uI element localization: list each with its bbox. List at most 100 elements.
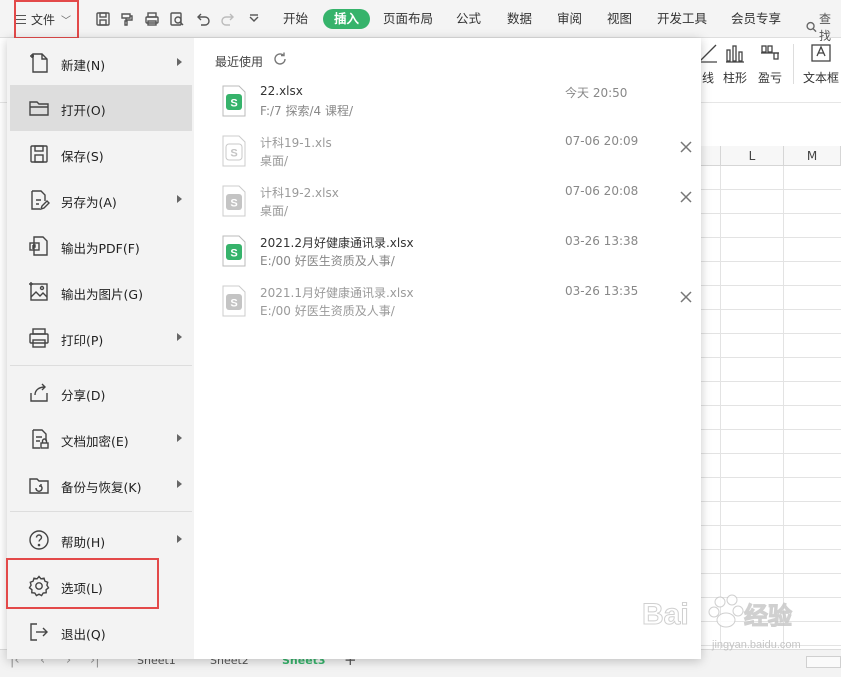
- file-path: 桌面/: [260, 204, 289, 218]
- hamburger-icon: [14, 14, 26, 24]
- ribbon-label: 柱形: [723, 71, 748, 85]
- submenu-arrow-icon: [177, 58, 182, 66]
- save-as-icon: [27, 188, 51, 212]
- ribbon-label: 盈亏: [758, 71, 783, 85]
- file-name: 22.xlsx: [260, 84, 303, 98]
- tab-developer[interactable]: 开发工具: [657, 10, 707, 28]
- recent-file-item[interactable]: S 计科19-1.xls 桌面/ 07-06 20:09: [194, 130, 701, 180]
- column-chart-icon: [726, 45, 744, 63]
- ribbon-sparkline-column[interactable]: 柱形: [723, 42, 747, 86]
- file-time: 03-26 13:38: [565, 234, 639, 248]
- tab-membership[interactable]: 会员专享: [731, 10, 781, 28]
- menu-item-export-image[interactable]: 输出为图片(G): [10, 269, 192, 315]
- file-time: 07-06 20:09: [565, 134, 639, 148]
- svg-text:S: S: [230, 148, 237, 160]
- menu-divider: [10, 511, 192, 512]
- cell-grid[interactable]: [700, 166, 841, 654]
- column-header[interactable]: [700, 146, 721, 166]
- print-icon[interactable]: [143, 10, 161, 28]
- baidu-watermark: Bai 经验 jingyan.baidu.com: [640, 590, 835, 662]
- customize-toolbar-icon[interactable]: [245, 10, 263, 28]
- new-document-icon: [27, 51, 51, 75]
- column-header-l[interactable]: L: [721, 146, 784, 166]
- win-loss-icon: [761, 45, 779, 60]
- submenu-arrow-icon: [177, 480, 182, 488]
- menu-divider: [10, 365, 192, 366]
- file-menu-button[interactable]: 文件 ﹀: [10, 7, 75, 31]
- menu-item-label: 输出为图片(G): [61, 287, 143, 302]
- spreadsheet-file-icon: S: [221, 135, 247, 167]
- recent-files-panel: 最近使用 S 22.xlsx F:/7 探索/4 课程/ 今天 20:50 S …: [194, 38, 701, 659]
- menu-item-label: 帮助(H): [61, 535, 106, 550]
- submenu-arrow-icon: [177, 333, 182, 341]
- tab-page-layout[interactable]: 页面布局: [383, 10, 433, 28]
- tab-data[interactable]: 数据: [507, 10, 532, 28]
- tab-insert[interactable]: 插入: [323, 9, 371, 29]
- tab-view[interactable]: 视图: [607, 10, 632, 28]
- save-icon[interactable]: [94, 10, 112, 28]
- spreadsheet-file-icon: S: [221, 285, 247, 317]
- file-time: 07-06 20:08: [565, 184, 639, 198]
- exit-icon: [27, 620, 51, 644]
- watermark-brand: Bai: [642, 598, 689, 631]
- spreadsheet-file-icon: S: [221, 85, 247, 117]
- svg-text:S: S: [230, 198, 237, 210]
- file-menu-label: 文件: [31, 12, 56, 27]
- format-painter-icon[interactable]: [118, 10, 136, 28]
- tab-home[interactable]: 开始: [283, 10, 308, 28]
- search-icon: [806, 21, 817, 33]
- menu-item-label: 新建(N): [61, 58, 106, 73]
- menu-item-share[interactable]: 分享(D): [10, 370, 192, 416]
- menu-item-encrypt[interactable]: 文档加密(E): [10, 416, 192, 462]
- recent-file-item[interactable]: S 2021.1月好健康通讯录.xlsx E:/00 好医生资质及人事/ 03-…: [194, 280, 701, 330]
- image-icon: [27, 280, 51, 304]
- undo-icon[interactable]: [194, 10, 212, 28]
- file-name: 计科19-1.xls: [260, 136, 332, 150]
- file-path: F:/7 探索/4 课程/: [260, 104, 354, 118]
- menu-item-print[interactable]: 打印(P): [10, 315, 192, 361]
- remove-recent-icon[interactable]: [680, 141, 694, 155]
- refresh-icon[interactable]: [272, 51, 288, 67]
- tab-formulas[interactable]: 公式: [456, 10, 481, 28]
- menu-item-label: 选项(L): [61, 581, 103, 596]
- textbox-icon: [811, 44, 831, 62]
- file-name: 2021.1月好健康通讯录.xlsx: [260, 286, 414, 300]
- folder-open-icon: [27, 96, 51, 120]
- remove-recent-icon[interactable]: [680, 191, 694, 205]
- menu-item-exit[interactable]: 退出(Q): [10, 609, 192, 655]
- menu-item-new[interactable]: 新建(N): [10, 40, 192, 86]
- save-icon: [27, 142, 51, 166]
- paw-icon: [708, 594, 744, 628]
- menu-item-options[interactable]: 选项(L): [10, 563, 192, 609]
- file-time: 03-26 13:35: [565, 284, 639, 298]
- menu-item-backup[interactable]: 备份与恢复(K): [10, 462, 192, 508]
- menu-item-open[interactable]: 打开(O): [10, 85, 192, 131]
- menu-item-save-as[interactable]: 另存为(A): [10, 177, 192, 223]
- submenu-arrow-icon: [177, 434, 182, 442]
- menu-item-label: 文档加密(E): [61, 434, 129, 449]
- svg-text:S: S: [230, 98, 237, 110]
- spreadsheet-file-icon: S: [221, 235, 247, 267]
- recent-file-item[interactable]: S 22.xlsx F:/7 探索/4 课程/ 今天 20:50: [194, 80, 701, 130]
- menu-item-save[interactable]: 保存(S): [10, 131, 192, 177]
- column-header-m[interactable]: M: [784, 146, 841, 166]
- chevron-down-icon: ﹀: [61, 15, 72, 27]
- menu-item-export-pdf[interactable]: 输出为PDF(F): [10, 223, 192, 269]
- ribbon-textbox[interactable]: 文本框: [803, 42, 839, 86]
- pdf-icon: [27, 234, 51, 258]
- file-name: 2021.2月好健康通讯录.xlsx: [260, 236, 414, 250]
- watermark-suffix: 经验: [744, 602, 792, 630]
- recent-file-item[interactable]: S 2021.2月好健康通讯录.xlsx E:/00 好医生资质及人事/ 03-…: [194, 230, 701, 280]
- menu-item-label: 打印(P): [61, 333, 104, 348]
- encrypt-icon: [27, 427, 51, 451]
- print-preview-icon[interactable]: [168, 10, 186, 28]
- menu-item-label: 分享(D): [61, 388, 106, 403]
- submenu-arrow-icon: [177, 535, 182, 543]
- ribbon-sparkline-winloss[interactable]: 盈亏: [758, 42, 782, 86]
- recent-file-item[interactable]: S 计科19-2.xlsx 桌面/ 07-06 20:08: [194, 180, 701, 230]
- remove-recent-icon[interactable]: [680, 291, 694, 305]
- ribbon-label: 线: [701, 71, 714, 85]
- tab-review[interactable]: 审阅: [557, 10, 582, 28]
- menu-item-help[interactable]: 帮助(H): [10, 517, 192, 563]
- redo-icon[interactable]: [219, 10, 237, 28]
